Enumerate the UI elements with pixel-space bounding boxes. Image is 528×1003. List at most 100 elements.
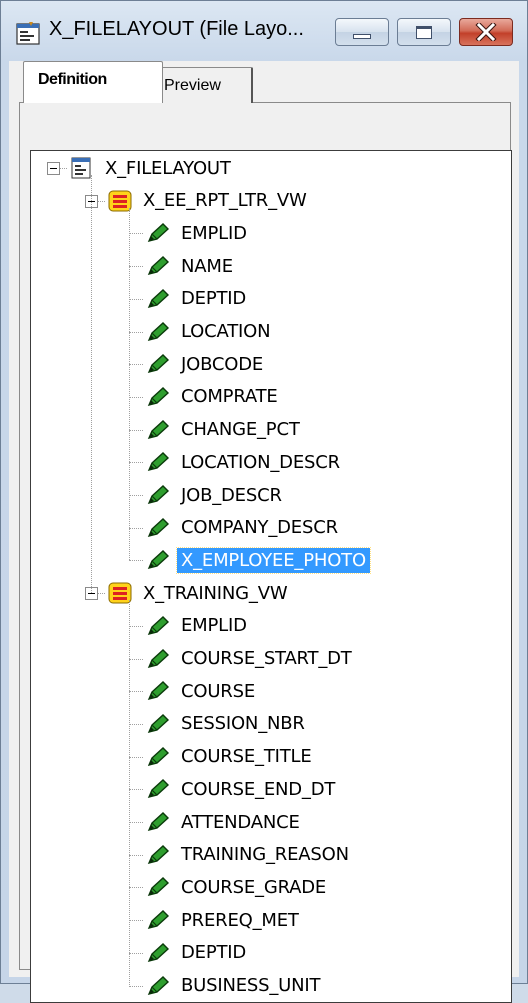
- maximize-button[interactable]: [397, 18, 451, 46]
- tree-guide-line: [91, 175, 92, 594]
- tree-node-label: PREREQ_MET: [181, 909, 299, 931]
- field-pencil-icon: [145, 810, 171, 834]
- tree-node-label: EMPLID: [181, 615, 247, 637]
- window-client-area: X_FILELAYOUT X_EE_RPT_LTR_VW EMPLID NAME DEP…: [9, 61, 519, 1003]
- field-pencil-icon: [145, 450, 171, 474]
- tree-node-label: EMPLID: [181, 222, 247, 244]
- tree-guide-line: [129, 789, 143, 791]
- tree-node-label: LOCATION: [181, 321, 271, 342]
- tree-node-label: BUSINESS_UNIT: [181, 975, 321, 996]
- tree-guide-line: [129, 920, 143, 922]
- tree-guide-line: [129, 723, 143, 725]
- tree-guide-line: [129, 560, 143, 562]
- tree-node-label: LOCATION_DESCR: [181, 451, 340, 473]
- tree-node-field[interactable]: COURSE_END_DT: [145, 774, 339, 804]
- title-bar[interactable]: X_FILELAYOUT (File Layo...: [1, 1, 527, 61]
- tree-node-field[interactable]: BUSINESS_UNIT: [145, 971, 324, 1001]
- field-pencil-icon: [145, 320, 171, 344]
- tree-node-field[interactable]: JOBCODE: [145, 349, 267, 379]
- tree-node-field[interactable]: COURSE_START_DT: [145, 644, 356, 674]
- tree-node-label: COURSE_TITLE: [181, 746, 312, 768]
- field-pencil-icon: [145, 254, 171, 278]
- tree-guide-line: [129, 331, 143, 333]
- tree-node-label: COURSE: [181, 680, 256, 702]
- tree-guide-line: [129, 854, 143, 856]
- tree-node-field[interactable]: LOCATION: [145, 317, 274, 347]
- tree-node-field[interactable]: ATTENDANCE: [145, 807, 304, 837]
- tree-node-field[interactable]: COMPANY_DESCR: [145, 513, 342, 543]
- close-button[interactable]: [459, 18, 513, 46]
- tree-node-label: SESSION_NBR: [181, 713, 305, 735]
- minimize-button[interactable]: [335, 18, 389, 46]
- tree-node-label: X_EE_RPT_LTR_VW: [143, 190, 307, 212]
- tree-node-label: COURSE_GRADE: [181, 876, 327, 898]
- tree-node-field[interactable]: DEPTID: [145, 284, 250, 314]
- tree-node-label: X_TRAINING_VW: [143, 582, 288, 604]
- tree-guide-line: [129, 495, 143, 496]
- field-pencil-icon: [145, 712, 171, 736]
- tree-node-record[interactable]: X_EE_RPT_LTR_VW: [107, 186, 311, 216]
- field-pencil-icon: [145, 745, 171, 769]
- collapse-minus-icon: [88, 593, 95, 595]
- tree-guide-line: [129, 887, 143, 889]
- tree-node-label: ATTENDANCE: [181, 811, 300, 833]
- tree-node-field[interactable]: LOCATION_DESCR: [145, 447, 344, 477]
- field-pencil-icon: [145, 614, 171, 638]
- tree-node-field[interactable]: CHANGE_PCT: [145, 415, 304, 445]
- tree-guide-line: [129, 207, 130, 561]
- root-collapse-toggle[interactable]: [47, 162, 60, 175]
- tree-guide-line: [129, 364, 143, 366]
- tree-node-field[interactable]: DEPTID: [145, 938, 250, 968]
- tree-node-field[interactable]: COURSE_GRADE: [145, 872, 330, 902]
- collapse-minus-icon: [50, 168, 57, 169]
- field-pencil-icon: [145, 516, 171, 540]
- tree-guide-line: [129, 462, 143, 464]
- tree-node-label: NAME: [181, 255, 233, 277]
- tree-guide-line: [129, 233, 143, 235]
- tree-node-field[interactable]: COMPRATE: [145, 382, 282, 412]
- tree-guide-line: [129, 298, 143, 300]
- tree-node-root[interactable]: X_FILELAYOUT: [69, 153, 235, 183]
- tree-node-label: TRAINING_REASON: [181, 844, 349, 866]
- tree-node-field[interactable]: PREREQ_MET: [145, 905, 303, 935]
- tree-guide-line: [129, 527, 143, 529]
- file-layout-tree[interactable]: X_FILELAYOUT X_EE_RPT_LTR_VW EMPLID NAME DEP…: [30, 150, 512, 1003]
- tree-guide-line: [129, 429, 143, 431]
- file-layout-window: X_FILELAYOUT (File Layo... X_FILELAYOUT X…: [0, 0, 528, 1003]
- tree-node-field[interactable]: TRAINING_REASON: [145, 840, 353, 870]
- tab-panel: X_FILELAYOUT X_EE_RPT_LTR_VW EMPLID NAME DEP…: [19, 102, 512, 1003]
- field-pencil-icon: [145, 287, 171, 311]
- field-pencil-icon: [145, 352, 171, 376]
- tree-node-field[interactable]: NAME: [145, 251, 237, 281]
- field-pencil-icon: [145, 875, 171, 899]
- field-pencil-icon: [145, 974, 171, 998]
- tree-node-label: COURSE_END_DT: [181, 778, 336, 800]
- tab-definition[interactable]: Definition: [23, 61, 163, 103]
- tree-node-label: JOBCODE: [181, 353, 264, 375]
- field-pencil-icon: [145, 679, 171, 703]
- tree-node-label: COMPANY_DESCR: [181, 517, 338, 539]
- tree-node-label: COURSE_START_DT: [181, 648, 352, 669]
- tab-preview[interactable]: Preview: [157, 67, 253, 103]
- tree-node-field[interactable]: COURSE_TITLE: [145, 742, 316, 772]
- minimize-icon: [353, 33, 371, 39]
- field-pencil-icon: [145, 908, 171, 932]
- maximize-icon: [416, 25, 432, 39]
- tree-node-field[interactable]: EMPLID: [145, 218, 251, 248]
- field-pencil-icon: [145, 647, 171, 671]
- tree-guide-line: [129, 625, 143, 627]
- tree-node-label: JOB_DESCR: [181, 484, 282, 506]
- tree-node-field[interactable]: SESSION_NBR: [145, 709, 309, 739]
- tree-node-field[interactable]: EMPLID: [145, 611, 251, 641]
- tree-node-field[interactable]: X_EMPLOYEE_PHOTO: [145, 545, 371, 575]
- tree-node-record[interactable]: X_TRAINING_VW: [107, 578, 291, 608]
- field-pencil-icon: [145, 941, 171, 965]
- tree-node-field[interactable]: JOB_DESCR: [145, 480, 286, 510]
- tree-guide-line: [129, 822, 143, 823]
- field-pencil-icon: [145, 385, 171, 409]
- file-layout-icon: [16, 22, 40, 45]
- tree-node-field[interactable]: COURSE: [145, 676, 259, 706]
- close-icon: [475, 23, 497, 41]
- tree-guide-line: [129, 600, 130, 986]
- window-title: X_FILELAYOUT (File Layo...: [49, 18, 304, 40]
